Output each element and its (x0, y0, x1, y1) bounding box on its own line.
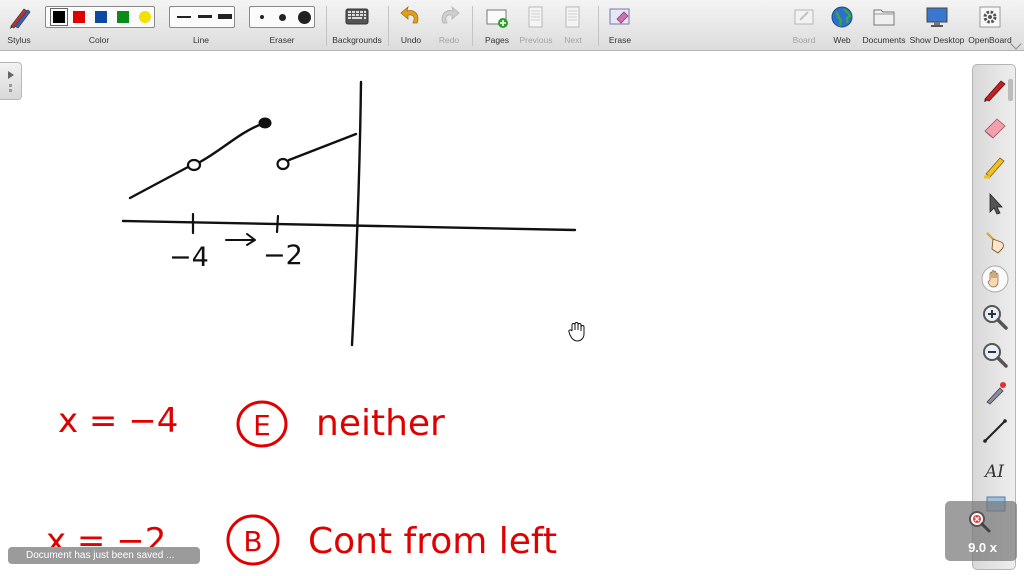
globe-icon (831, 6, 853, 28)
board-icon (794, 9, 814, 25)
toolbar-divider (472, 6, 473, 46)
magnifier-close-icon (969, 511, 991, 533)
line-thin-option[interactable] (177, 16, 191, 18)
color-swatch-red[interactable] (73, 11, 85, 23)
color-swatch-yellow[interactable] (139, 11, 151, 23)
main-toolbar: Stylus Color Line Eraser Backgrounds Und… (0, 0, 1024, 51)
previous-page-icon (528, 6, 543, 28)
color-swatches (45, 6, 155, 28)
eraser-large-option[interactable] (298, 11, 311, 24)
pen-icon (984, 80, 1006, 102)
keyboard-grid-icon (345, 8, 369, 25)
highlighter-icon (984, 157, 1005, 179)
line-group: Line (164, 0, 238, 51)
erase-all-button[interactable]: Erase (604, 0, 636, 51)
tick-label-minus-2: −2 (263, 240, 303, 271)
zoom-in-icon (983, 305, 1008, 330)
text-tool-button[interactable]: AI (981, 455, 1009, 483)
open-circle-at-minus-2 (276, 157, 290, 171)
x-axis (121, 219, 577, 232)
eraser-tool-button[interactable] (981, 113, 1009, 141)
color-swatch-black[interactable] (50, 8, 68, 26)
svg-text:AI: AI (983, 462, 1004, 482)
toolbar-divider (598, 6, 599, 46)
zoom-out-icon (983, 343, 1008, 368)
zoom-level-text: 9.0 x (968, 540, 997, 555)
selector-tool-button[interactable] (981, 189, 1009, 217)
next-page-button[interactable]: Next (558, 0, 588, 51)
color-swatch-green[interactable] (117, 11, 129, 23)
eraser-medium-option[interactable] (279, 14, 286, 21)
laser-pointer-icon (986, 382, 1006, 405)
y-axis (350, 80, 363, 347)
whiteboard-canvas[interactable]: −4 −2 x = −4 E neither x = −2 B Cont fro… (0, 52, 1024, 576)
highlighter-tool-button[interactable] (981, 151, 1009, 179)
show-desktop-button[interactable]: Show Desktop (908, 0, 966, 51)
graph-segment-right (287, 132, 358, 162)
choice-letter-e: E (253, 409, 271, 442)
save-status-toast: Document has just been saved ... (8, 547, 200, 564)
openboard-window: Stylus Color Line Eraser Backgrounds Und… (0, 0, 1024, 576)
undo-button[interactable]: Undo (396, 0, 426, 51)
color-swatch-blue[interactable] (95, 11, 107, 23)
next-page-icon (565, 6, 580, 28)
zoom-in-button[interactable] (981, 303, 1009, 331)
web-button[interactable]: Web (826, 0, 858, 51)
tick-mark-minus-2 (275, 214, 280, 234)
undo-arrow-icon (400, 5, 419, 24)
open-circle-at-minus-4 (186, 158, 202, 172)
right-arrow-annotation (225, 233, 256, 246)
zoom-indicator: 9.0 x (945, 501, 1017, 561)
line-thick-option[interactable] (218, 14, 232, 19)
hand-cursor-icon (568, 322, 585, 342)
line-icon (983, 419, 1007, 443)
interact-tool-button[interactable] (981, 227, 1009, 255)
answer-cont-from-left: Cont from left (308, 521, 557, 562)
equation-x-equals-minus-4: x = −4 (58, 401, 178, 441)
closed-dot-at-minus-2 (258, 117, 272, 129)
eraser-small-option[interactable] (260, 15, 264, 19)
choice-letter-b: B (243, 525, 262, 558)
hand-pan-icon (981, 265, 1009, 293)
toolbar-divider (326, 6, 327, 46)
line-tool-button[interactable] (981, 417, 1009, 445)
pen-tool-button[interactable] (981, 75, 1009, 103)
toolbar-divider (388, 6, 389, 46)
redo-arrow-icon (441, 5, 460, 24)
text-ai-icon: AI (983, 462, 1004, 482)
redo-button[interactable]: Redo (434, 0, 464, 51)
gear-icon (979, 6, 1001, 28)
color-group: Color (40, 0, 158, 51)
documents-button[interactable]: Documents (862, 0, 906, 51)
monitor-icon (926, 7, 948, 27)
zoom-out-button[interactable] (981, 341, 1009, 369)
answer-neither: neither (316, 403, 445, 444)
add-page-icon (486, 9, 508, 28)
previous-page-button[interactable]: Previous (516, 0, 556, 51)
eraser-size-selector (249, 6, 315, 28)
board-button[interactable]: Board (788, 0, 820, 51)
tick-label-minus-4: −4 (169, 242, 209, 273)
stylus-icon (10, 8, 31, 29)
line-medium-option[interactable] (198, 15, 212, 18)
arrow-pointer-icon (989, 192, 1003, 215)
backgrounds-button[interactable]: Backgrounds (332, 0, 382, 51)
openboard-menu-button[interactable]: OpenBoard (966, 0, 1014, 51)
stylus-button[interactable]: Stylus (2, 0, 36, 51)
eraser-group: Eraser (246, 0, 318, 51)
line-width-selector (169, 6, 235, 28)
laser-pointer-button[interactable] (981, 379, 1009, 407)
tools-dock: AI (972, 64, 1016, 570)
pointing-hand-icon (986, 232, 1004, 254)
hand-tool-button[interactable] (981, 265, 1009, 293)
eraser-icon (984, 118, 1006, 139)
pages-button[interactable]: Pages (480, 0, 514, 51)
graph-segment-middle (198, 122, 264, 164)
folder-icon (873, 9, 895, 26)
erase-board-icon (609, 8, 630, 25)
graph-segment-left (128, 165, 190, 200)
